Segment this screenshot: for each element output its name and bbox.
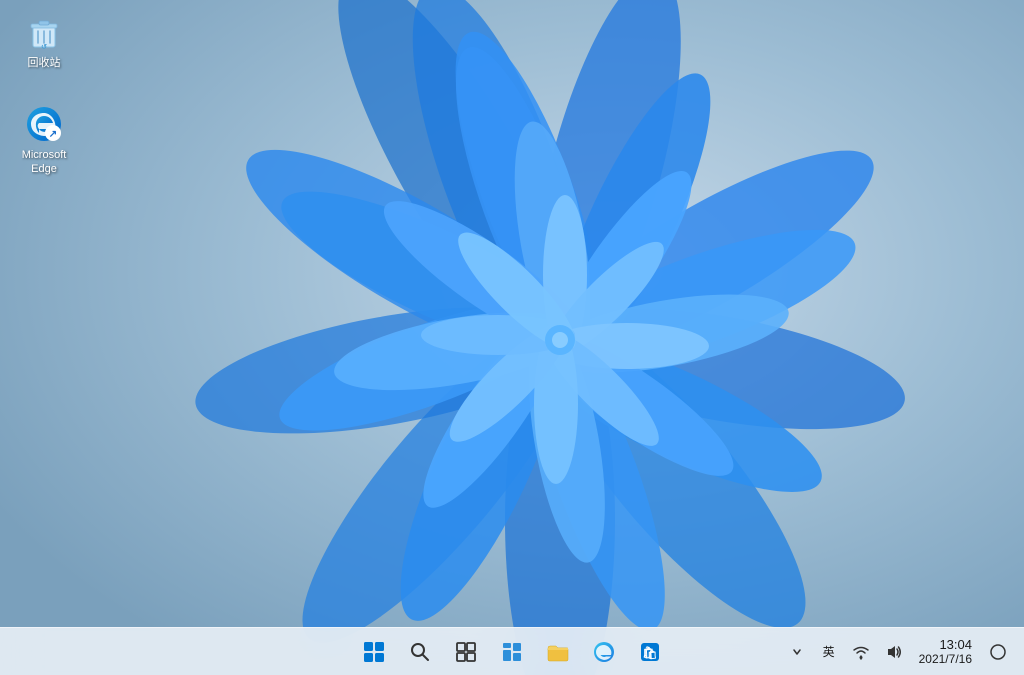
clock-date: 2021/7/16 — [919, 652, 972, 666]
network-icon[interactable] — [847, 634, 875, 670]
taskbar-tray: 英 13:04 — [783, 630, 1012, 674]
notification-icon[interactable] — [984, 634, 1012, 670]
wallpaper — [0, 0, 1024, 675]
taskbar: 🛍 英 — [0, 627, 1024, 675]
language-text: 英 — [820, 643, 838, 660]
edge-label: Microsoft Edge — [12, 148, 76, 177]
svg-text:↺: ↺ — [41, 44, 47, 51]
widgets-button[interactable] — [492, 632, 532, 672]
show-hidden-icons-button[interactable] — [783, 634, 811, 670]
recycle-bin-image: ↺ — [24, 12, 64, 52]
taskbar-center: 🛍 — [354, 632, 670, 672]
language-indicator[interactable]: 英 — [815, 634, 843, 670]
recycle-bin-icon[interactable]: ↺ 回收站 — [8, 8, 80, 74]
recycle-bin-label: 回收站 — [28, 56, 61, 70]
search-button[interactable] — [400, 632, 440, 672]
task-view-button[interactable] — [446, 632, 486, 672]
edge-taskbar-button[interactable] — [584, 632, 624, 672]
clock-time: 13:04 — [939, 637, 972, 652]
clock[interactable]: 13:04 2021/7/16 — [911, 630, 980, 674]
sound-icon[interactable] — [879, 634, 907, 670]
svg-text:↗: ↗ — [49, 129, 57, 140]
svg-text:🛍: 🛍 — [642, 646, 657, 660]
file-explorer-button[interactable] — [538, 632, 578, 672]
store-button[interactable]: 🛍 — [630, 632, 670, 672]
start-button[interactable] — [354, 632, 394, 672]
desktop: ↺ 回收站 — [0, 0, 1024, 675]
edge-image: ↗ — [24, 104, 64, 144]
microsoft-edge-icon[interactable]: ↗ Microsoft Edge — [8, 100, 80, 181]
